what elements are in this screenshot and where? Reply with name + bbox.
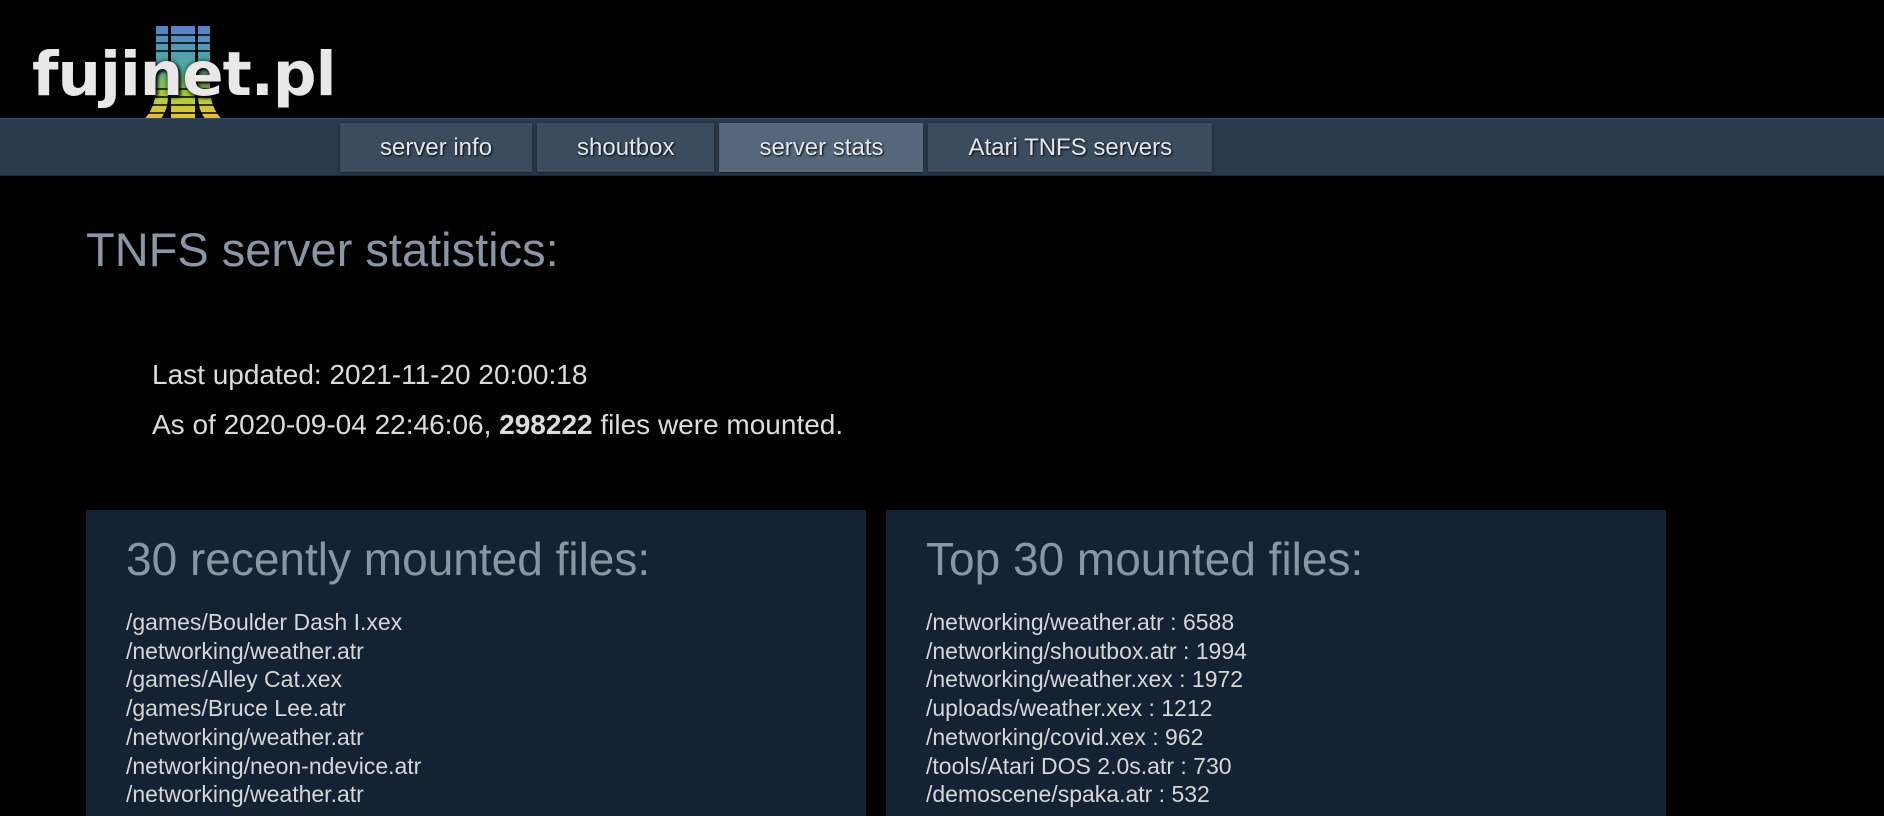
mounted-count: 298222 xyxy=(499,409,593,440)
stats-summary: Last updated: 2021-11-20 20:00:18 As of … xyxy=(152,350,843,450)
last-updated-value: 2021-11-20 20:00:18 xyxy=(329,359,588,390)
mounted-prefix: As of xyxy=(152,409,224,440)
top-files-panel: Top 30 mounted files: /networking/weathe… xyxy=(886,510,1666,816)
page-title: TNFS server statistics: xyxy=(86,223,559,276)
list-item: /networking/weather.atr xyxy=(126,723,364,750)
list-item: /demoscene/spaka.atr : 532 xyxy=(926,781,1210,808)
top-files-list: /networking/weather.atr : 6588 /networki… xyxy=(926,608,1626,809)
top-files-title: Top 30 mounted files: xyxy=(926,533,1364,585)
last-updated-line: Last updated: 2021-11-20 20:00:18 xyxy=(152,350,843,400)
list-item: /games/Boulder Dash I.xex xyxy=(126,609,403,635)
list-item: /games/Bruce Lee.atr xyxy=(126,695,346,722)
tab-server-info[interactable]: server info xyxy=(340,123,533,172)
list-item: /networking/covid.xex : 962 xyxy=(926,723,1204,750)
list-item: /networking/weather.atr : 6588 xyxy=(926,609,1235,635)
recent-files-title: 30 recently mounted files: xyxy=(126,533,651,585)
list-item: /networking/weather.atr xyxy=(126,781,364,808)
list-item: /networking/neon-ndevice.atr xyxy=(126,752,422,779)
tab-shoutbox[interactable]: shoutbox xyxy=(537,123,715,172)
mounted-suffix: files were mounted. xyxy=(592,409,844,440)
list-item: /games/Alley Cat.xex xyxy=(126,666,343,693)
list-item: /networking/weather.atr xyxy=(126,637,364,664)
mounted-since: 2020-09-04 22:46:06 xyxy=(223,409,484,440)
mounted-count-line: As of 2020-09-04 22:46:06, 298222 files … xyxy=(152,400,843,450)
list-item: /uploads/weather.xex : 1212 xyxy=(926,695,1213,722)
last-updated-label: Last updated: xyxy=(152,359,330,390)
page: fujinet.pl server info shoutbox server s… xyxy=(0,0,1884,816)
tab-server-stats[interactable]: server stats xyxy=(719,123,924,172)
list-item: /tools/Atari DOS 2.0s.atr : 730 xyxy=(926,752,1232,779)
nav-tabs: server info shoutbox server stats Atari … xyxy=(340,123,1213,172)
main-nav: server info shoutbox server stats Atari … xyxy=(0,118,1884,176)
tab-atari-tnfs-servers[interactable]: Atari TNFS servers xyxy=(928,123,1213,172)
mounted-separator: , xyxy=(483,409,500,440)
list-item: /networking/weather.xex : 1972 xyxy=(926,666,1244,693)
site-logo-text: fujinet.pl xyxy=(32,39,336,110)
list-item: /networking/shoutbox.atr : 1994 xyxy=(926,637,1247,664)
recent-files-list: /games/Boulder Dash I.xex /networking/we… xyxy=(126,608,826,809)
recent-files-panel: 30 recently mounted files: /games/Boulde… xyxy=(86,510,866,816)
